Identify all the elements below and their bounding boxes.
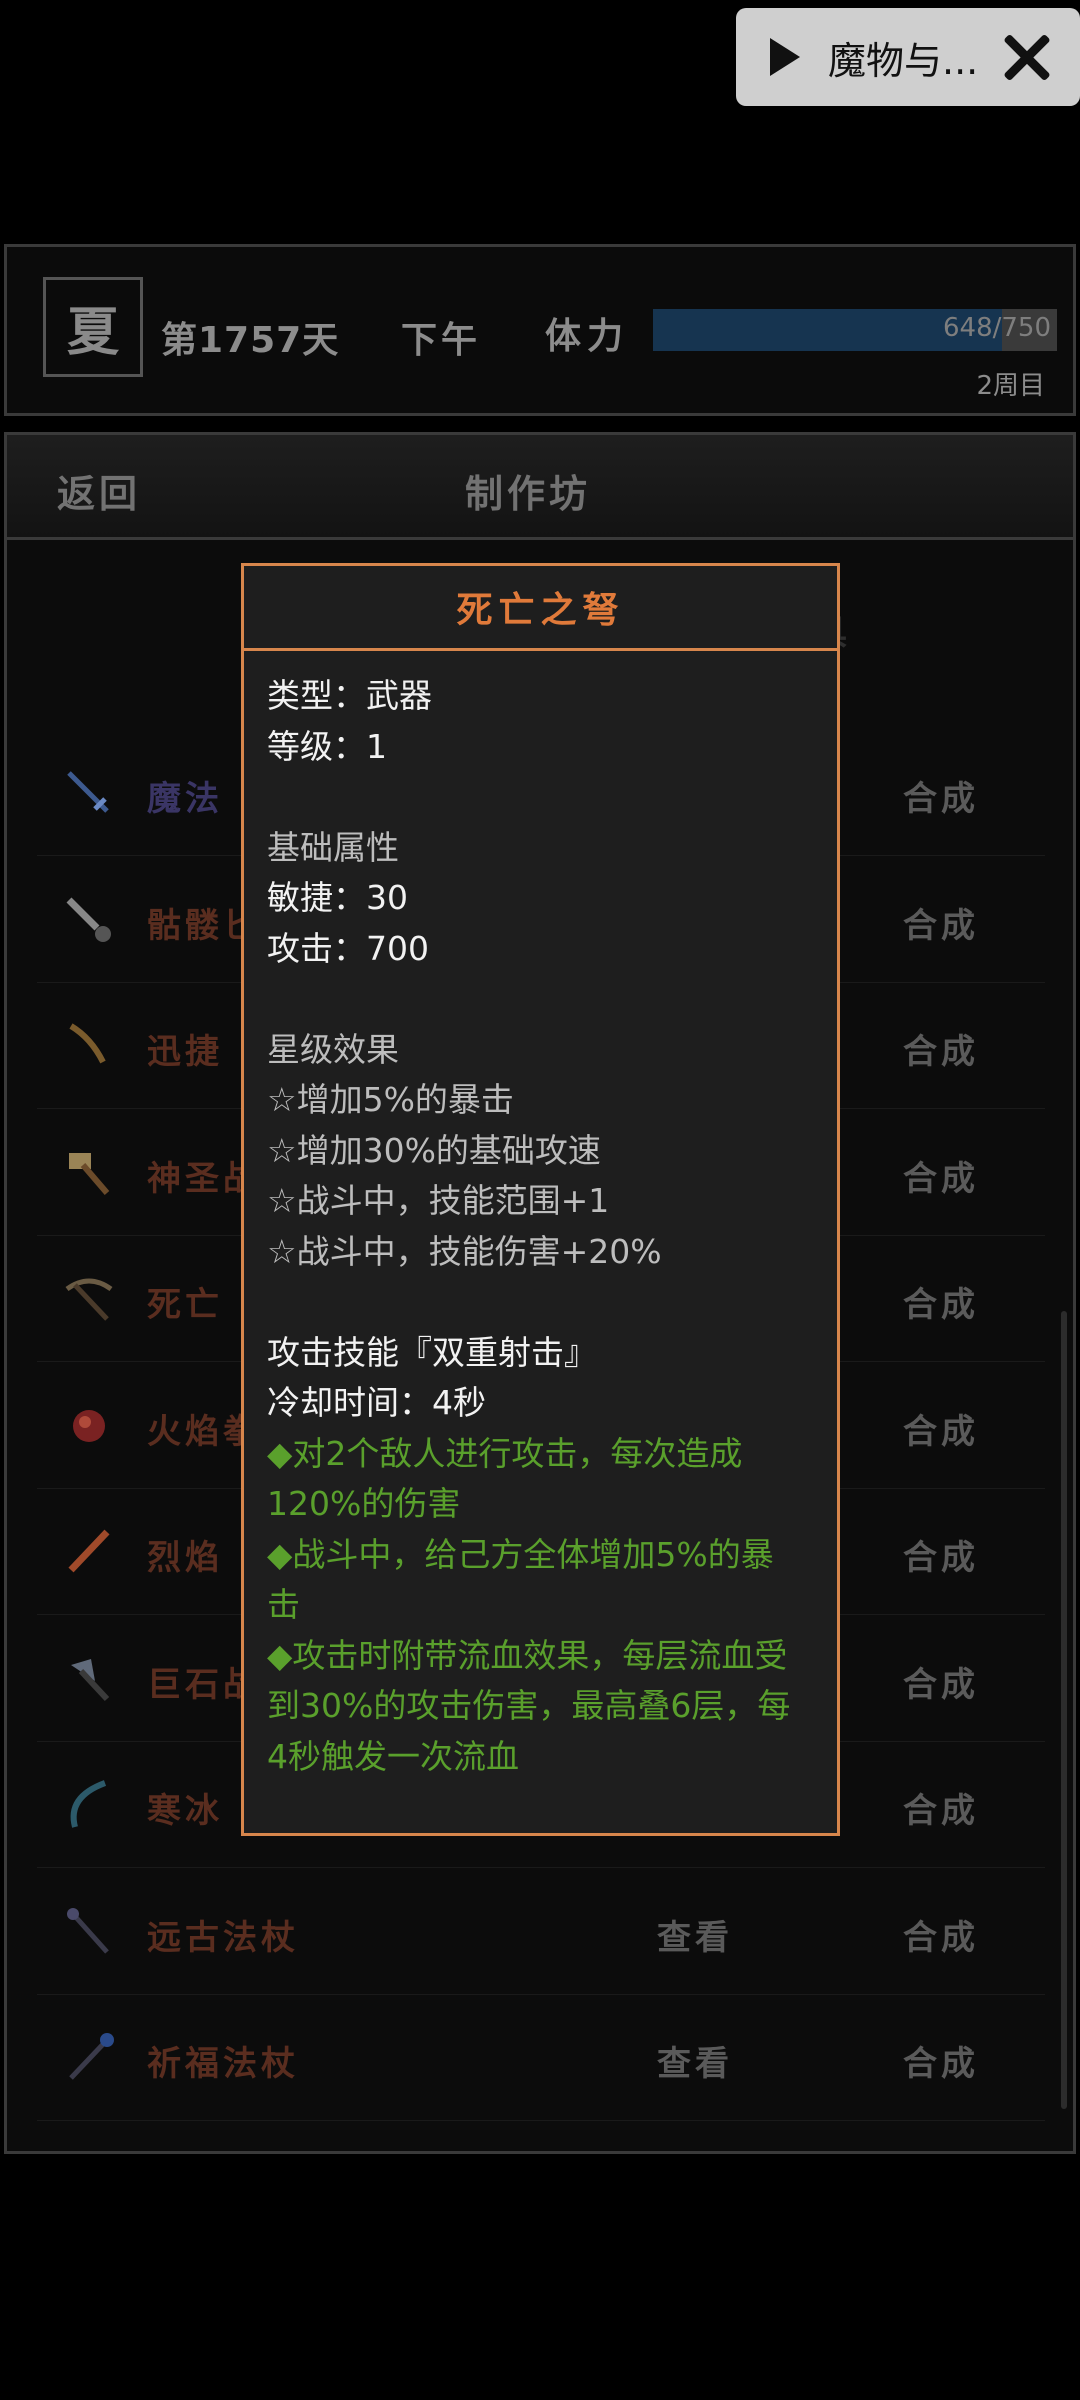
skill-header: 攻击技能『双重射击』 [267,1332,597,1372]
star-effect: ☆战斗中，技能范围+1 [267,1181,610,1220]
skill-line: ◆攻击时附带流血效果，每层流血受 [267,1635,788,1675]
craft-button[interactable]: 合成 [903,1783,979,1832]
blue-sword-icon [61,765,117,821]
skill-line: 4秒触发一次流血 [267,1736,519,1776]
base-stat: 攻击：700 [267,928,429,968]
panel-header: 返回 制作坊 [7,435,1073,540]
recipe-name: 烈焰 [147,1538,223,1578]
play-icon[interactable] [770,38,800,76]
boulder-axe-icon [61,1651,117,1707]
blessing-staff-icon [61,2030,117,2086]
base-stats-header: 基础属性 [267,827,399,867]
ancient-staff-icon [61,1904,117,1960]
base-stat: 敏捷：30 [267,878,408,917]
recipe-row[interactable]: 祈福法杖 查看 合成 [37,1996,1045,2121]
cycle-counter: 2周目 [976,371,1045,401]
view-button[interactable]: 查看 [657,2036,733,2085]
page-title: 制作坊 [465,472,592,516]
recipe-row[interactable]: 远古法杖 查看 合成 [37,1870,1045,1995]
view-button[interactable]: 查看 [657,1910,733,1959]
stamina-text: 648/750 [942,313,1051,343]
craft-button[interactable]: 合成 [903,1151,979,1200]
swift-blade-icon [61,1018,117,1074]
recipe-name: 死亡 [147,1285,223,1325]
flame-gauntlet-icon [61,1398,117,1454]
skull-dagger-icon [61,892,117,948]
craft-button[interactable]: 合成 [903,1657,979,1706]
app-pill-title: 魔物与... [828,38,979,83]
craft-button[interactable]: 合成 [903,1024,979,1073]
skill-cooldown: 冷却时间：4秒 [267,1383,486,1422]
recipe-name: 远古法杖 [147,1917,299,1958]
ice-bow-icon [61,1777,117,1833]
popup-body: 类型：武器 等级：1 基础属性 敏捷：30 攻击：700 星级效果 ☆增加5%的… [244,651,837,1782]
time-of-day: 下午 [401,320,482,361]
craft-button[interactable]: 合成 [903,898,979,947]
item-type: 类型：武器 [267,676,432,715]
app-pill[interactable]: 魔物与... [736,8,1080,106]
craft-button[interactable]: 合成 [903,1910,979,1959]
item-level: 等级：1 [267,726,387,766]
holy-hammer-icon [61,1145,117,1201]
day-counter: 第1757天 [161,320,340,361]
recipe-name: 祈福法杖 [147,2044,299,2084]
recipe-name: 迅捷 [147,1032,223,1072]
stamina-bar: 648/750 [653,309,1057,351]
stamina-label: 体力 [545,316,630,357]
popup-title: 死亡之弩 [244,566,837,651]
star-effect: ☆战斗中，技能伤害+20% [267,1231,662,1271]
star-effects-header: 星级效果 [267,1029,399,1069]
craft-button[interactable]: 合成 [903,771,979,820]
craft-button[interactable]: 合成 [903,1404,979,1453]
craft-button[interactable]: 合成 [903,1530,979,1579]
skill-line: 到30%的攻击伤害，最高叠6层，每 [267,1686,791,1725]
item-detail-popup: 死亡之弩 类型：武器 等级：1 基础属性 敏捷：30 攻击：700 星级效果 ☆… [241,563,840,1836]
craft-button[interactable]: 合成 [903,2036,979,2085]
close-icon[interactable] [1000,30,1054,84]
star-effect: ☆增加5%的暴击 [267,1080,514,1119]
star-effect: ☆增加30%的基础攻速 [267,1130,601,1170]
back-button[interactable]: 返回 [57,463,141,518]
scrollbar[interactable] [1061,1311,1067,2109]
recipe-name: 寒冰 [147,1791,223,1831]
season-badge: 夏 [43,277,143,377]
blazing-blade-icon [61,1524,117,1580]
skill-line: ◆战斗中，给己方全体增加5%的暴 [267,1534,774,1574]
skill-line: 120%的伤害 [267,1484,461,1523]
craft-button[interactable]: 合成 [903,1277,979,1326]
recipe-name: 魔法 [147,779,223,819]
skill-line: ◆对2个敌人进行攻击，每次造成 [267,1433,743,1473]
skill-line: 击 [267,1585,300,1624]
death-crossbow-icon [61,1271,117,1327]
status-bar: 夏 第1757天 下午 体力 648/750 2周目 [4,244,1076,416]
